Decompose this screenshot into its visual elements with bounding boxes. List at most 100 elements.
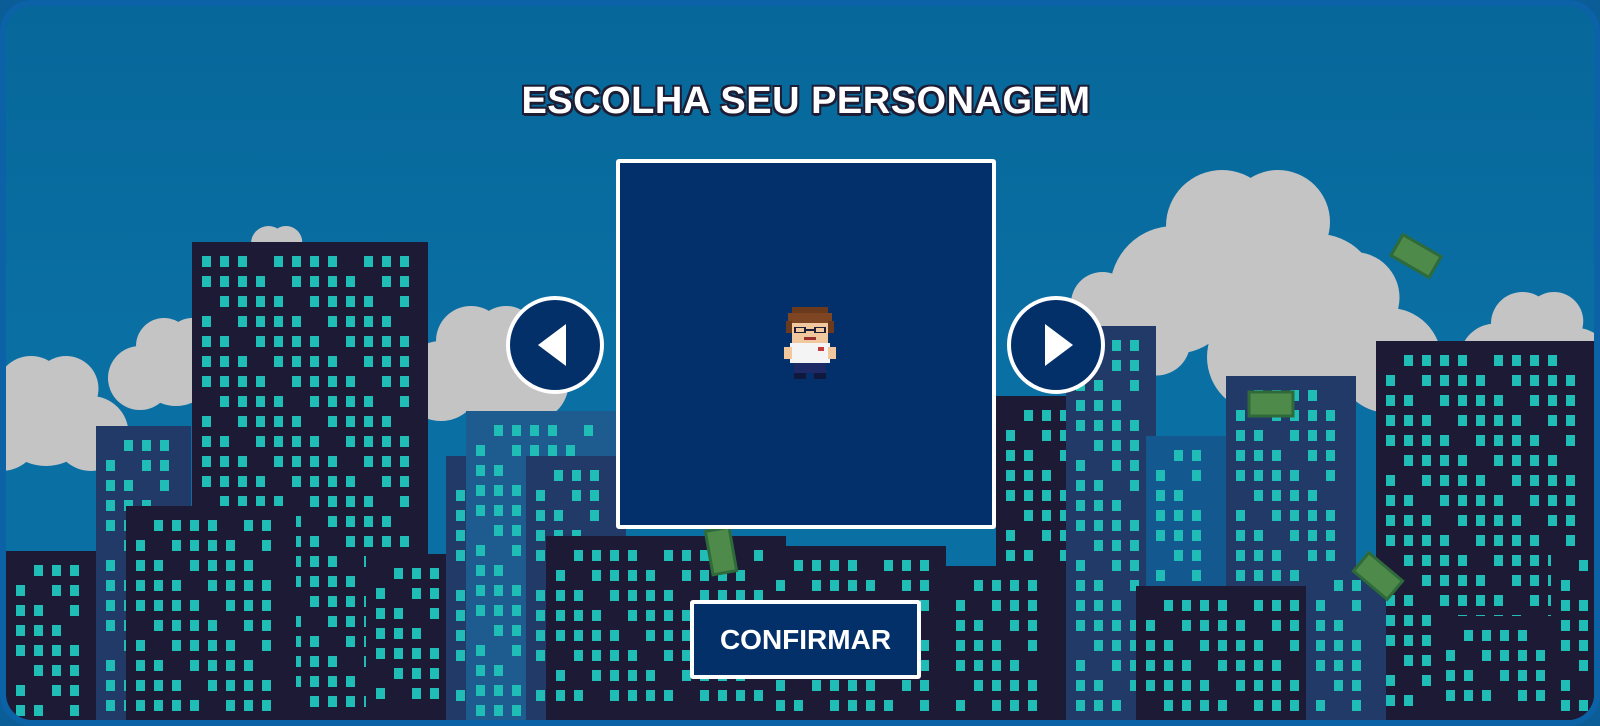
building-window bbox=[364, 296, 373, 307]
building-window bbox=[1272, 600, 1281, 611]
building-window bbox=[1530, 575, 1539, 586]
building-window bbox=[610, 630, 619, 641]
building-window bbox=[812, 560, 821, 571]
game-frame: ESCOLHA SEU PERSONAGEM CONFIRMAR bbox=[0, 0, 1600, 726]
building-window bbox=[430, 668, 439, 679]
building-window bbox=[382, 436, 391, 447]
prev-character-button[interactable] bbox=[506, 296, 604, 394]
building-window bbox=[1010, 680, 1019, 691]
building-window bbox=[226, 680, 235, 691]
building-window bbox=[346, 396, 355, 407]
building-window bbox=[1500, 670, 1509, 681]
building-window bbox=[1440, 455, 1449, 466]
building-window bbox=[494, 665, 503, 676]
building-window bbox=[1254, 660, 1263, 671]
building-window bbox=[920, 560, 929, 571]
building-window bbox=[238, 496, 247, 507]
building-window bbox=[106, 500, 115, 511]
building-window bbox=[412, 588, 421, 599]
building-window bbox=[238, 456, 247, 467]
building-window bbox=[1512, 475, 1521, 486]
building-window bbox=[310, 336, 319, 347]
building-window bbox=[244, 560, 253, 571]
building-window bbox=[346, 416, 355, 427]
building-window bbox=[382, 376, 391, 387]
building-window bbox=[1326, 510, 1335, 521]
building-window bbox=[1130, 480, 1139, 491]
confirm-button[interactable]: CONFIRMAR bbox=[690, 600, 921, 679]
building-window bbox=[1308, 510, 1317, 521]
building-window bbox=[1316, 700, 1325, 711]
building-window bbox=[548, 425, 557, 436]
building-window bbox=[592, 570, 601, 581]
cloud bbox=[1308, 252, 1400, 343]
building-window bbox=[456, 530, 465, 541]
building-window bbox=[476, 645, 485, 656]
next-character-button[interactable] bbox=[1007, 296, 1105, 394]
building-window bbox=[1042, 470, 1051, 481]
building-window bbox=[1482, 630, 1491, 641]
building-window bbox=[1404, 435, 1413, 446]
building-window bbox=[920, 660, 929, 671]
building-window bbox=[1386, 475, 1395, 486]
building-window bbox=[1422, 455, 1431, 466]
building-window bbox=[554, 470, 563, 481]
building-window bbox=[1272, 510, 1281, 521]
building-window bbox=[346, 616, 355, 627]
building-window bbox=[376, 588, 385, 599]
building-window bbox=[830, 680, 839, 691]
building-window bbox=[1094, 480, 1103, 491]
building-window bbox=[1010, 580, 1019, 591]
building-window bbox=[1112, 700, 1121, 711]
building-window bbox=[512, 545, 521, 556]
building-window bbox=[530, 425, 539, 436]
building-window bbox=[1561, 620, 1570, 631]
building-window bbox=[956, 620, 965, 631]
building-window bbox=[590, 510, 599, 521]
building-window bbox=[1236, 680, 1245, 691]
building-window bbox=[536, 590, 545, 601]
building-window bbox=[142, 440, 151, 451]
building-window bbox=[456, 690, 465, 701]
building-window bbox=[274, 396, 283, 407]
building-window bbox=[1290, 570, 1299, 581]
building-window bbox=[1146, 660, 1155, 671]
building-window bbox=[70, 665, 79, 676]
building-window bbox=[1192, 470, 1201, 481]
building-window bbox=[430, 688, 439, 699]
building-window bbox=[364, 316, 373, 327]
building-window bbox=[376, 628, 385, 639]
building-window bbox=[154, 660, 163, 671]
building-window bbox=[16, 605, 25, 616]
building-window bbox=[208, 540, 217, 551]
building-window bbox=[106, 580, 115, 591]
building-window bbox=[364, 436, 373, 447]
building-window bbox=[106, 700, 115, 711]
building-window bbox=[1218, 620, 1227, 631]
building-window bbox=[400, 276, 409, 287]
building-window bbox=[1182, 700, 1191, 711]
building-window bbox=[1130, 540, 1139, 551]
building-window bbox=[902, 680, 911, 691]
building-window bbox=[476, 585, 485, 596]
building-window bbox=[1156, 510, 1165, 521]
building-window bbox=[1548, 455, 1557, 466]
building-window bbox=[220, 436, 229, 447]
building-window bbox=[1290, 530, 1299, 541]
building-window bbox=[1440, 495, 1449, 506]
building-window bbox=[220, 376, 229, 387]
building-window bbox=[974, 580, 983, 591]
building-window bbox=[34, 605, 43, 616]
building-window bbox=[456, 650, 465, 661]
building-window bbox=[1112, 500, 1121, 511]
building-window bbox=[1561, 680, 1570, 691]
building-window bbox=[1566, 515, 1575, 526]
building-window bbox=[394, 668, 403, 679]
building-window bbox=[512, 625, 521, 636]
building-window bbox=[328, 456, 337, 467]
building-window bbox=[1192, 530, 1201, 541]
building-window bbox=[346, 436, 355, 447]
building-window bbox=[262, 520, 271, 531]
building-window bbox=[556, 670, 565, 681]
building-window bbox=[154, 580, 163, 591]
